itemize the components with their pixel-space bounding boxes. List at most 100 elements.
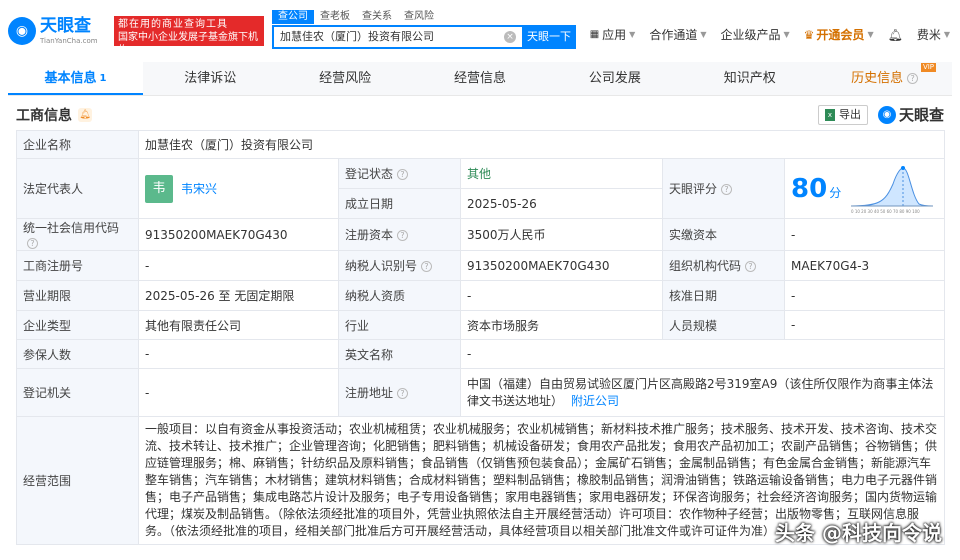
reg-capital-value: 3500万人民币: [460, 218, 663, 251]
chevron-down-icon: ▼: [943, 30, 950, 39]
address-text: 中国（福建）自由贸易试验区厦门片区高殿路2号319室A9（该住所仅限作为商事主体…: [467, 376, 934, 408]
search-tab-boss[interactable]: 查老板: [314, 10, 356, 24]
score-label: 天眼评分?: [662, 158, 785, 219]
logo[interactable]: ◉ 天眼查 TianYanCha.com: [8, 17, 112, 45]
nav-enterprise-label: 企业级产品: [720, 28, 781, 42]
help-icon[interactable]: ?: [397, 230, 409, 241]
legal-rep-link[interactable]: 韦宋兴: [181, 182, 217, 196]
help-icon[interactable]: ?: [27, 238, 38, 249]
legal-rep-label: 法定代表人: [16, 158, 139, 219]
search-tab-relation[interactable]: 查关系: [356, 10, 398, 24]
section-header: 工商信息 🔔︎ x 导出 ◉ 天眼查: [16, 100, 944, 130]
company-name-value: 加慧佳农（厦门）投资有限公司: [138, 130, 945, 159]
help-icon[interactable]: ?: [745, 261, 757, 272]
approve-date-label: 核准日期: [662, 280, 785, 311]
type-value: 其他有限责任公司: [138, 310, 339, 340]
insured-value: -: [138, 339, 339, 369]
reg-status-label-text: 登记状态: [345, 167, 394, 181]
type-label: 企业类型: [16, 310, 139, 340]
chevron-down-icon: ▼: [629, 30, 636, 39]
nav-apps[interactable]: ▦ 应用 ▼: [590, 26, 636, 43]
tab-basic-info[interactable]: 基本信息 1: [8, 62, 143, 95]
reg-org-label: 登记机关: [16, 368, 139, 417]
nav-vip-label: 开通会员: [816, 28, 865, 42]
crown-icon: ♛: [803, 27, 815, 42]
tab-legal[interactable]: 法律诉讼: [143, 62, 278, 95]
logo-eye-icon: ◉: [8, 17, 36, 45]
help-icon[interactable]: ?: [397, 388, 409, 399]
export-button[interactable]: x 导出: [817, 104, 868, 125]
export-label: 导出: [838, 107, 861, 121]
table-row: 工商注册号 - 纳税人识别号? 91350200MAEK70G430 组织机构代…: [16, 250, 945, 281]
nearby-companies-link[interactable]: 附近公司: [571, 394, 619, 408]
nav-cooperation-label: 合作通道: [649, 28, 698, 42]
vip-badge: VIP: [920, 63, 937, 72]
logo-text: 天眼查: [40, 15, 91, 36]
table-row: 企业类型 其他有限责任公司 行业 资本市场服务 人员规模 -: [16, 310, 945, 340]
header: ◉ 天眼查 TianYanCha.com 都在用的商业查询工具 国家中小企业发展…: [0, 0, 960, 62]
tab-history[interactable]: 历史信息? VIP: [817, 62, 952, 95]
section-title: 工商信息: [16, 108, 72, 124]
address-value: 中国（福建）自由贸易试验区厦门片区高殿路2号319室A9（该住所仅限作为商事主体…: [460, 368, 945, 417]
logo-eye-icon: ◉: [877, 105, 896, 124]
nav-cooperation[interactable]: 合作通道 ▼: [649, 26, 706, 43]
excel-icon: x: [824, 108, 835, 121]
industry-value: 资本市场服务: [460, 310, 663, 340]
insured-label: 参保人数: [16, 339, 139, 369]
address-label-text: 注册地址: [345, 386, 394, 400]
business-info-table: 企业名称 加慧佳农（厦门）投资有限公司 法定代表人 韦韦宋兴 登记状态? 其他 …: [16, 130, 945, 545]
nav-user-label: 费米: [916, 28, 941, 42]
reg-no-value: -: [138, 250, 339, 281]
tax-quality-label: 纳税人资质: [338, 280, 461, 311]
tax-id-label-text: 纳税人识别号: [345, 259, 418, 273]
help-icon[interactable]: ?: [721, 184, 733, 195]
reg-status-value: 其他: [460, 158, 663, 189]
credit-code-value: 91350200MAEK70G430: [138, 218, 339, 251]
top-nav: ▦ 应用 ▼ 合作通道 ▼ 企业级产品 ▼ ♛ 开通会员 ▼ 🔔︎ 费米 ▼: [576, 26, 950, 43]
search-input-value: 加慧佳农（厦门）投资有限公司: [280, 29, 434, 43]
nav-enterprise[interactable]: 企业级产品 ▼: [720, 26, 789, 43]
search-tab-company[interactable]: 查公司: [272, 9, 314, 24]
slogan-banner: 都在用的商业查询工具 国家中小企业发展子基金旗下机构: [114, 16, 264, 56]
brand-watermark: ◉ 天眼查: [877, 104, 944, 125]
reg-org-value: -: [138, 368, 339, 417]
legal-rep-cell: 韦韦宋兴: [138, 158, 339, 219]
bell-icon[interactable]: 🔔︎: [78, 108, 92, 122]
en-name-value: -: [460, 339, 945, 369]
help-icon[interactable]: ?: [421, 261, 433, 272]
score-cell[interactable]: 80 分 0 10 20 30 40 50 60 70 80 90 100: [784, 158, 945, 219]
tab-ip[interactable]: 知识产权: [682, 62, 817, 95]
tab-operation[interactable]: 经营信息: [413, 62, 548, 95]
tab-risk[interactable]: 经营风险: [278, 62, 413, 95]
table-row: 参保人数 - 英文名称 -: [16, 339, 945, 369]
help-icon[interactable]: ?: [397, 169, 409, 180]
chevron-down-icon: ▼: [867, 30, 874, 39]
nav-user[interactable]: 费米 ▼: [917, 26, 950, 43]
search-tab-risk[interactable]: 查风险: [398, 10, 440, 24]
chevron-down-icon: ▼: [700, 30, 707, 39]
search-input[interactable]: 加慧佳农（厦门）投资有限公司 ×: [272, 24, 522, 49]
table-row: 法定代表人 韦韦宋兴 登记状态? 其他 天眼评分? 80 分 0 10 20 3…: [16, 158, 945, 219]
footer-watermark: 头条 @科技向令说: [775, 521, 942, 545]
slogan-line2: 国家中小企业发展子基金旗下机构: [118, 32, 258, 56]
clear-icon[interactable]: ×: [504, 30, 516, 43]
address-label: 注册地址?: [338, 368, 461, 417]
paid-capital-value: -: [784, 218, 945, 251]
org-code-value: MAEK70G4-3: [784, 250, 945, 281]
nav-notifications[interactable]: 🔔︎: [888, 26, 903, 43]
table-row: 统一社会信用代码? 91350200MAEK70G430 注册资本? 3500万…: [16, 218, 945, 251]
bell-icon: 🔔︎: [887, 27, 903, 42]
nav-vip[interactable]: ♛ 开通会员 ▼: [804, 26, 874, 43]
score-unit: 分: [829, 186, 842, 200]
tab-development[interactable]: 公司发展: [547, 62, 682, 95]
credit-code-label-text: 统一社会信用代码: [23, 221, 120, 235]
search-button[interactable]: 天眼一下: [522, 24, 576, 49]
grid-icon: ▦: [589, 29, 600, 40]
svg-text:0 10 20 30 40 50 60 70 80 90 1: 0 10 20 30 40 50 60 70 80 90 100: [851, 209, 920, 214]
table-row: 登记机关 - 注册地址? 中国（福建）自由贸易试验区厦门片区高殿路2号319室A…: [16, 368, 945, 417]
score-value: 80: [791, 173, 828, 204]
scope-label: 经营范围: [16, 416, 139, 545]
en-name-label: 英文名称: [338, 339, 461, 369]
chevron-down-icon: ▼: [783, 30, 790, 39]
tax-id-label: 纳税人识别号?: [338, 250, 461, 281]
